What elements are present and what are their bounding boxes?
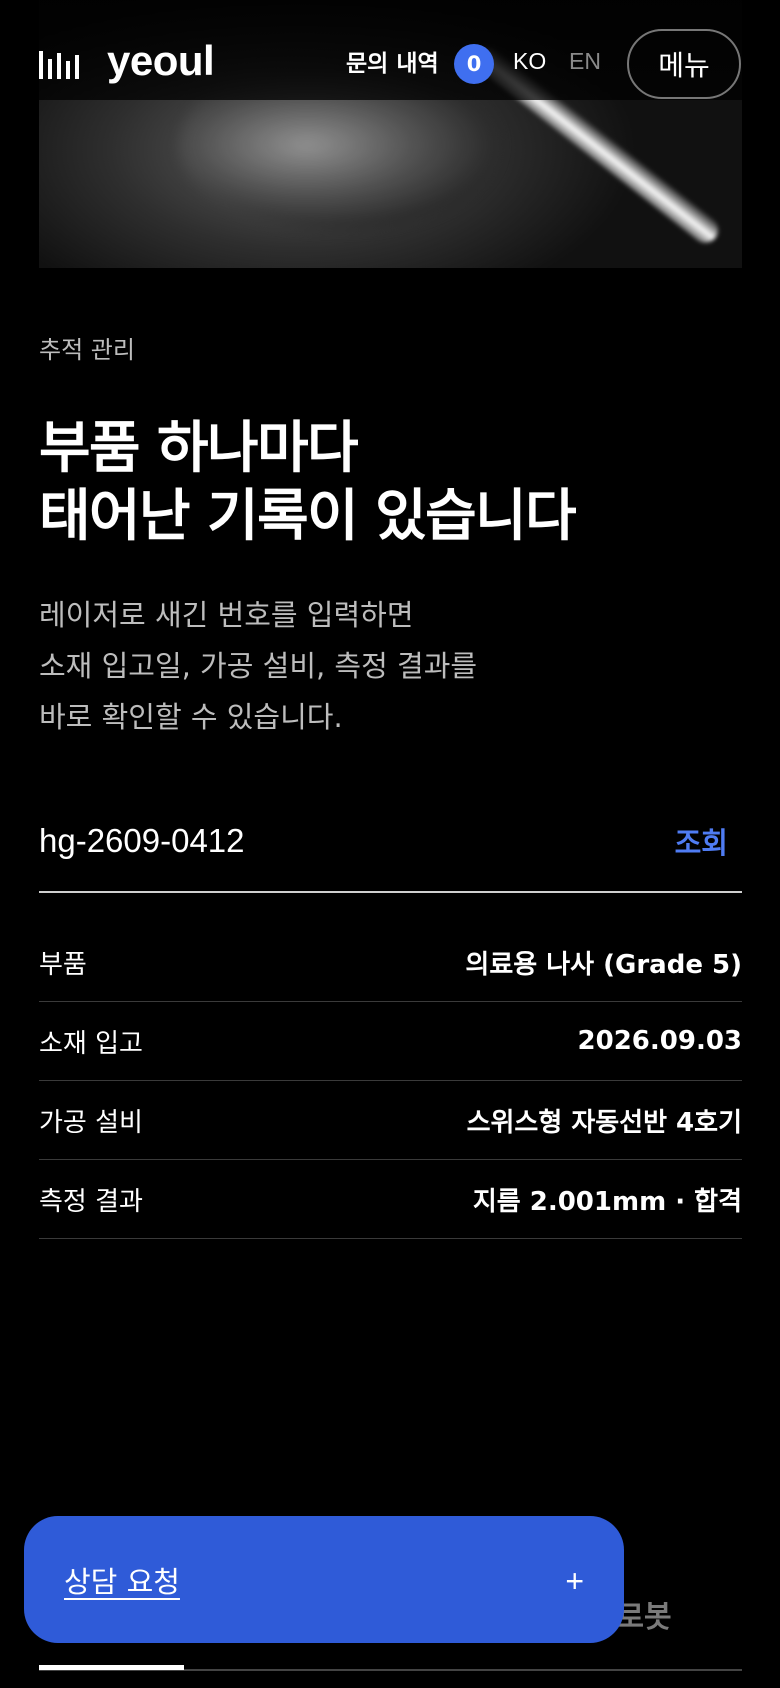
detail-value: 의료용 나사 (Grade 5): [465, 949, 742, 980]
brand-name: yeoul: [107, 37, 215, 84]
lang-ko-button[interactable]: KO: [513, 48, 546, 75]
page-title: 부품 하나마다 태어난 기록이 있습니다: [39, 415, 577, 551]
consult-request-label: 상담 요청: [64, 1564, 180, 1599]
plus-icon: +: [565, 1563, 584, 1599]
description-line-3: 바로 확인할 수 있습니다.: [39, 700, 343, 734]
section-description: 레이저로 새긴 번호를 입력하면 소재 입고일, 가공 설비, 측정 결과를 바…: [39, 590, 477, 743]
section-eyebrow: 추적 관리: [39, 336, 135, 364]
detail-label: 가공 설비: [39, 1107, 143, 1138]
tab-active-indicator: [39, 1665, 184, 1670]
logo-bars-icon: [39, 49, 79, 79]
description-line-2: 소재 입고일, 가공 설비, 측정 결과를: [39, 649, 478, 683]
serial-number-input[interactable]: [39, 816, 599, 866]
trace-details: 부품 의료용 나사 (Grade 5) 소재 입고 2026.09.03 가공 …: [39, 923, 742, 1239]
inquiries-link[interactable]: 문의 내역: [346, 44, 439, 78]
detail-row: 측정 결과 지름 2.001mm · 합격: [39, 1160, 742, 1239]
logo[interactable]: yeoul: [39, 37, 215, 84]
detail-label: 소재 입고: [39, 1028, 143, 1059]
lang-en-button[interactable]: EN: [569, 48, 601, 75]
lookup-button[interactable]: 조회: [675, 820, 728, 862]
inquiries-count-badge[interactable]: 0: [454, 44, 494, 84]
site-header: yeoul 문의 내역 0 KO EN 메뉴: [0, 0, 780, 100]
detail-row: 소재 입고 2026.09.03: [39, 1002, 742, 1081]
serial-search: 조회: [39, 810, 742, 893]
consult-request-button[interactable]: 상담 요청 +: [24, 1516, 624, 1643]
description-line-1: 레이저로 새긴 번호를 입력하면: [39, 598, 414, 632]
detail-row: 부품 의료용 나사 (Grade 5): [39, 923, 742, 1002]
menu-button[interactable]: 메뉴: [627, 29, 741, 99]
detail-label: 부품: [39, 949, 87, 980]
detail-row: 가공 설비 스위스형 자동선반 4호기: [39, 1081, 742, 1160]
detail-label: 측정 결과: [39, 1186, 143, 1217]
page-title-line-1: 부품 하나마다: [39, 416, 359, 481]
detail-value: 스위스형 자동선반 4호기: [466, 1107, 742, 1138]
detail-value: 2026.09.03: [577, 1026, 742, 1056]
detail-value: 지름 2.001mm · 합격: [472, 1186, 742, 1217]
page-title-line-2: 태어난 기록이 있습니다: [39, 484, 577, 549]
